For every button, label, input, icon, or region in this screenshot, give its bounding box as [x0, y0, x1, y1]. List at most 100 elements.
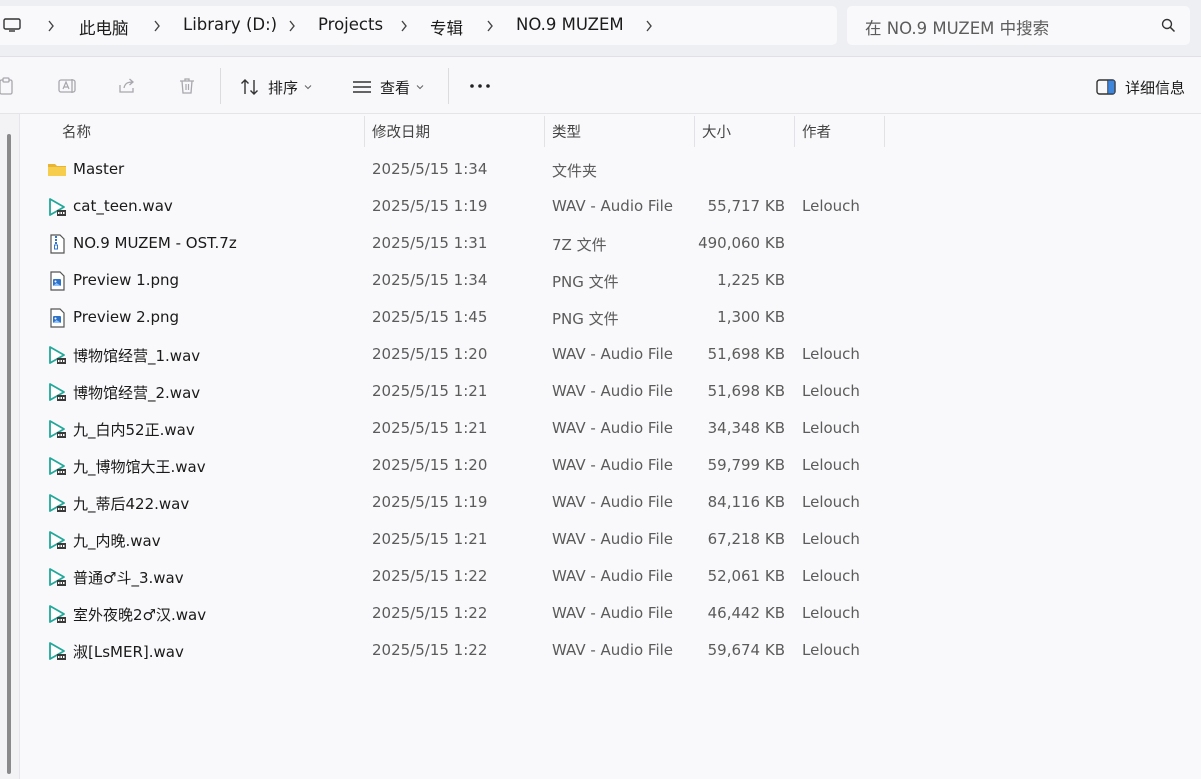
wav-file-icon [47, 345, 67, 365]
file-row[interactable]: 九_白内52正.wav 2025/5/15 1:21 WAV - Audio Fil… [40, 411, 900, 448]
file-size: 67,218 KB [707, 530, 785, 548]
file-modified-date: 2025/5/15 1:22 [372, 567, 488, 585]
breadcrumb-current-folder[interactable]: NO.9 MUZEM [516, 15, 624, 34]
breadcrumb-album[interactable]: 专辑 [430, 15, 463, 39]
file-modified-date: 2025/5/15 1:34 [372, 160, 488, 178]
file-name: 九_白内52正.wav [73, 421, 195, 439]
png-file-icon [47, 308, 67, 328]
column-header-author[interactable]: 作者 [802, 114, 831, 147]
chevron-right-icon[interactable] [644, 19, 654, 33]
file-size: 490,060 KB [698, 234, 785, 252]
more-options-icon[interactable] [468, 83, 492, 89]
address-row: 此电脑 Library (D:) Projects 专辑 NO.9 MUZEM … [0, 0, 1201, 56]
toolbar-divider [448, 68, 449, 104]
column-header-name[interactable]: 名称 [62, 114, 91, 147]
file-row[interactable]: Preview 1.png 2025/5/15 1:34 PNG 文件 1,225 K… [40, 263, 900, 300]
column-divider[interactable] [794, 116, 795, 147]
chevron-right-icon[interactable] [287, 19, 297, 33]
file-row[interactable]: cat_teen.wav 2025/5/15 1:19 WAV - Audio Fi… [40, 189, 900, 226]
share-icon[interactable] [117, 76, 137, 96]
file-row[interactable]: NO.9 MUZEM - OST.7z 2025/5/15 1:31 7Z 文件 49… [40, 226, 900, 263]
details-pane-button[interactable]: 详细信息 [1096, 75, 1185, 99]
file-size: 52,061 KB [707, 567, 785, 585]
file-type: WAV - Audio File [552, 345, 674, 363]
file-row[interactable]: 普通♂斗_3.wav 2025/5/15 1:22 WAV - Audio File… [40, 559, 900, 596]
file-row[interactable]: 室外夜晚2♂汉.wav 2025/5/15 1:22 WAV - Audio Fil… [40, 596, 900, 633]
file-name: 室外夜晚2♂汉.wav [73, 606, 207, 624]
file-author: Lelouch [802, 382, 860, 400]
file-row[interactable]: Master 2025/5/15 1:34 文件夹 [40, 152, 900, 189]
wav-file-icon [47, 456, 67, 476]
file-modified-date: 2025/5/15 1:21 [372, 419, 488, 437]
file-modified-date: 2025/5/15 1:19 [372, 197, 488, 215]
file-size: 1,300 KB [717, 308, 785, 326]
chevron-right-icon[interactable] [485, 19, 495, 33]
wav-file-icon [47, 382, 67, 402]
breadcrumb-projects[interactable]: Projects [318, 15, 383, 34]
file-type: WAV - Audio File [552, 456, 674, 474]
file-type: WAV - Audio File [552, 567, 674, 585]
chevron-right-icon[interactable] [46, 19, 56, 33]
file-modified-date: 2025/5/15 1:20 [372, 456, 488, 474]
view-button[interactable]: 查看 [352, 75, 432, 99]
file-size: 51,698 KB [707, 382, 785, 400]
file-row[interactable]: 九_蒂后422.wav 2025/5/15 1:19 WAV - Audio Fil… [40, 485, 900, 522]
archive-file-icon [47, 234, 67, 254]
column-header-size[interactable]: 大小 [702, 114, 731, 147]
chevron-right-icon[interactable] [399, 19, 409, 33]
file-row[interactable]: 淑[LsMER].wav 2025/5/15 1:22 WAV - Audio Fi… [40, 633, 900, 670]
file-size: 59,799 KB [707, 456, 785, 474]
chevron-right-icon[interactable] [152, 19, 162, 33]
file-size: 34,348 KB [707, 419, 785, 437]
file-row[interactable]: Preview 2.png 2025/5/15 1:45 PNG 文件 1,300 K… [40, 300, 900, 337]
file-type: WAV - Audio File [552, 197, 674, 215]
scrollbar[interactable] [7, 134, 11, 774]
search-placeholder: 在 NO.9 MUZEM 中搜索 [865, 19, 1050, 38]
wav-file-icon [47, 641, 67, 661]
delete-icon[interactable] [177, 76, 197, 96]
rename-icon[interactable] [57, 76, 77, 96]
column-divider[interactable] [884, 116, 885, 147]
file-type: WAV - Audio File [552, 382, 674, 400]
breadcrumb-this-pc[interactable]: 此电脑 [79, 15, 129, 39]
file-modified-date: 2025/5/15 1:22 [372, 641, 488, 659]
column-header-date[interactable]: 修改日期 [372, 114, 430, 147]
search-input[interactable]: 在 NO.9 MUZEM 中搜索 [847, 6, 1190, 45]
file-name: 九_内晚.wav [73, 532, 161, 550]
folder-icon [47, 160, 67, 180]
column-divider[interactable] [544, 116, 545, 147]
file-name: Master [73, 160, 125, 178]
wav-file-icon [47, 197, 67, 217]
paste-icon[interactable] [0, 76, 16, 96]
file-size: 46,442 KB [707, 604, 785, 622]
file-author: Lelouch [802, 641, 860, 659]
file-author: Lelouch [802, 604, 860, 622]
file-modified-date: 2025/5/15 1:34 [372, 271, 488, 289]
file-author: Lelouch [802, 456, 860, 474]
chevron-down-icon [416, 85, 424, 90]
view-label: 查看 [380, 78, 411, 97]
column-divider[interactable] [694, 116, 695, 147]
file-type: WAV - Audio File [552, 419, 674, 437]
file-name: 普通♂斗_3.wav [73, 569, 184, 587]
sort-button[interactable]: 排序 [240, 75, 320, 99]
file-row[interactable]: 博物馆经营_1.wav 2025/5/15 1:20 WAV - Audio Fil… [40, 337, 900, 374]
search-icon[interactable] [1161, 18, 1176, 33]
this-pc-icon[interactable] [3, 18, 21, 32]
file-name: Preview 1.png [73, 271, 180, 289]
file-modified-date: 2025/5/15 1:31 [372, 234, 488, 252]
breadcrumb-library[interactable]: Library (D:) [183, 15, 277, 34]
wav-file-icon [47, 419, 67, 439]
file-row[interactable]: 九_博物馆大王.wav 2025/5/15 1:20 WAV - Audio Fil… [40, 448, 900, 485]
file-row[interactable]: 九_内晚.wav 2025/5/15 1:21 WAV - Audio File 67… [40, 522, 900, 559]
file-name: NO.9 MUZEM - OST.7z [73, 234, 237, 252]
file-name: 九_蒂后422.wav [73, 495, 190, 513]
column-divider[interactable] [364, 116, 365, 147]
file-author: Lelouch [802, 197, 860, 215]
file-author: Lelouch [802, 493, 860, 511]
column-header-type[interactable]: 类型 [552, 114, 581, 147]
file-row[interactable]: 博物馆经营_2.wav 2025/5/15 1:21 WAV - Audio Fil… [40, 374, 900, 411]
file-type: PNG 文件 [552, 273, 619, 291]
address-bar[interactable]: 此电脑 Library (D:) Projects 专辑 NO.9 MUZEM [0, 6, 837, 45]
file-type: WAV - Audio File [552, 493, 674, 511]
